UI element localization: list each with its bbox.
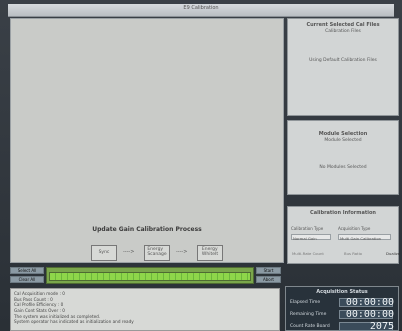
calibration-information-panel: Calibration Information Calibration Type… bbox=[287, 206, 400, 264]
module-selection-title: Module Selection bbox=[318, 131, 368, 137]
module-status-grid bbox=[49, 272, 251, 281]
calibration-type-label: Calibration Type bbox=[291, 226, 324, 231]
process-title: Update Gain Calibration Process bbox=[92, 226, 202, 233]
flow-step-sync: Sync bbox=[91, 245, 117, 261]
abort-button[interactable]: Abort bbox=[256, 276, 281, 283]
flow-step-energy-whiteit: Energy WhiteIt bbox=[197, 245, 223, 261]
module-selection-subtitle: Module Selected bbox=[324, 138, 362, 143]
process-canvas: Update Gain Calibration Process Sync ---… bbox=[10, 18, 284, 263]
remaining-time-value: 00:00:00 bbox=[345, 309, 394, 320]
clear-all-button[interactable]: Clear All bbox=[10, 276, 44, 283]
module-selection-panel: Module Selection Module Selected No Modu… bbox=[287, 120, 399, 195]
multi-rate-option[interactable]: Multi-Rate Count bbox=[292, 251, 324, 256]
flow-step-energy-whiteit-label: Energy WhiteIt bbox=[201, 247, 219, 257]
flow-step-sync-label: Sync bbox=[98, 249, 110, 255]
flow-step-energy-scanage-label: Energy Scanage bbox=[147, 247, 167, 257]
log-panel: Cal Acquisition mode : 0 Bus Pass Count … bbox=[10, 288, 280, 331]
calibration-information-title: Calibration Information bbox=[310, 210, 376, 216]
acquisition-type-value: Multi Gain Calibration bbox=[340, 236, 382, 241]
select-all-button[interactable]: Select All bbox=[10, 267, 44, 274]
remaining-time-label: Remaining Time bbox=[290, 312, 327, 317]
current-selected-cal-files-message: Using Default Calibration Files bbox=[309, 58, 377, 63]
current-selected-cal-files-panel: Current Selected Cal Files Calibration F… bbox=[287, 18, 399, 116]
flow-arrow-1: ----> bbox=[123, 249, 135, 255]
flow-arrow-2: ----> bbox=[176, 249, 188, 255]
acquisition-status-panel: Acquisition Status Elapsed Time 00:00:00… bbox=[285, 286, 399, 331]
window-titlebar: E9 Calibration bbox=[8, 4, 394, 17]
acquisition-status-title: Acquisition Status bbox=[316, 289, 368, 295]
calibration-window: E9 Calibration Update Gain Calibration P… bbox=[0, 0, 402, 331]
calibration-type-value: Normal Gain bbox=[293, 236, 317, 241]
count-rate-board-value: 2075 bbox=[369, 321, 394, 331]
elapsed-time-label: Elapsed Time bbox=[290, 300, 321, 305]
window-title: E9 Calibration bbox=[183, 5, 219, 11]
module-status-strip bbox=[46, 267, 254, 284]
acquisition-type-label: Acquisition Type bbox=[338, 226, 371, 231]
count-rate-board-label: Count Rate Board bbox=[290, 324, 330, 329]
bus-ratio-option[interactable]: Bus Ratio bbox=[344, 251, 362, 256]
flow-step-energy-scanage: Energy Scanage bbox=[144, 245, 170, 261]
dualize-option[interactable]: Dualize bbox=[386, 251, 400, 256]
log-line: System operator has indicated as initial… bbox=[14, 319, 134, 325]
calibration-type-dropdown[interactable]: Normal Gain bbox=[291, 234, 331, 241]
current-selected-cal-files-title: Current Selected Cal Files bbox=[306, 22, 380, 28]
module-selection-message: No Modules Selected bbox=[319, 165, 367, 170]
start-button[interactable]: Start bbox=[256, 267, 281, 274]
acquisition-type-dropdown[interactable]: Multi Gain Calibration bbox=[338, 234, 391, 241]
current-selected-cal-files-subtitle: Calibration Files bbox=[325, 29, 361, 34]
elapsed-time-value: 00:00:00 bbox=[345, 297, 394, 308]
